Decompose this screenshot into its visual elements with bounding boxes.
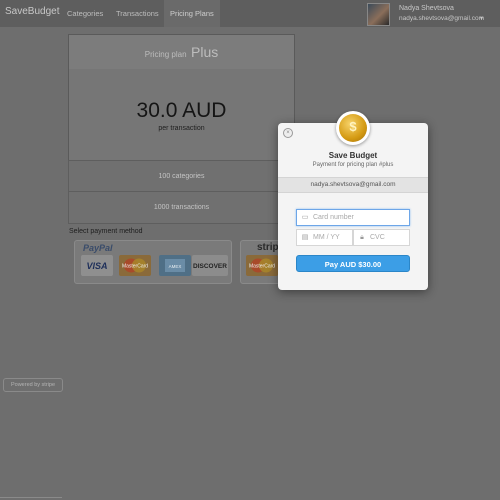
plan-title-name: Plus <box>191 44 219 60</box>
merchant-name: Save Budget <box>328 151 378 160</box>
paypal-option[interactable]: PayPal VISA MasterCard AMEX DISCOVER <box>74 240 232 284</box>
plan-title-prefix: Pricing plan <box>144 50 187 59</box>
discover-label: DISCOVER <box>193 263 227 270</box>
expiry-placeholder: MM / YY <box>313 234 340 241</box>
nav-categories[interactable]: Categories <box>61 0 109 27</box>
pricing-plan-price-panel: 30.0 AUD per transaction <box>68 69 295 160</box>
cvc-input[interactable]: 🔒︎ CVC <box>353 229 410 246</box>
user-email[interactable]: nadya.shevtsova@gmail.com <box>399 15 484 22</box>
plan-price-unit: per transaction <box>158 125 205 132</box>
card-number-placeholder: Card number <box>313 214 354 221</box>
nav-transactions[interactable]: Transactions <box>110 0 165 27</box>
customer-email[interactable]: nadya.shevtsova@gmail.com <box>278 177 428 193</box>
payment-method-label: Select payment method <box>69 228 143 235</box>
card-number-input[interactable]: ▭ Card number <box>296 209 410 226</box>
user-name[interactable]: Nadya Shevtsova <box>399 5 454 12</box>
mastercard-label: MasterCard <box>122 264 148 270</box>
stripe-option[interactable]: stripe MasterCard <box>240 240 284 284</box>
divider <box>0 497 62 498</box>
coin-icon: $ <box>339 114 367 142</box>
expiry-input[interactable]: ▤ MM / YY <box>296 229 353 246</box>
payment-description: Payment for pricing plan #plus <box>312 162 394 168</box>
checkout-modal: × $ Save Budget Payment for pricing plan… <box>278 111 428 290</box>
plan-feature-categories: 100 categories <box>68 160 295 193</box>
user-avatar[interactable] <box>367 3 390 26</box>
lock-icon: 🔒︎ <box>360 234 364 241</box>
visa-card-icon: VISA <box>81 255 113 276</box>
stripe-mastercard-icon: MasterCard <box>246 255 278 276</box>
merchant-logo: $ <box>336 111 370 145</box>
amex-card-icon: AMEX <box>159 255 191 276</box>
discover-card-icon: DISCOVER <box>192 255 228 276</box>
plan-price: 30.0 AUD <box>136 99 227 122</box>
chevron-down-icon[interactable]: ▾ <box>480 15 483 22</box>
cvc-placeholder: CVC <box>370 234 385 241</box>
credit-card-icon: ▭ <box>301 214 309 221</box>
stripe-mastercard-label: MasterCard <box>249 264 275 270</box>
paypal-logo: PayPal <box>83 243 113 253</box>
amex-label: AMEX <box>169 264 182 269</box>
top-navbar: SaveBudget Categories Transactions Prici… <box>0 0 500 27</box>
close-icon[interactable]: × <box>283 128 293 138</box>
calendar-icon: ▤ <box>301 234 309 241</box>
nav-pricing-plans[interactable]: Pricing Plans <box>164 0 220 27</box>
plan-feature-transactions: 1000 transactions <box>68 191 295 224</box>
visa-label: VISA <box>86 261 107 271</box>
mastercard-icon: MasterCard <box>119 255 151 276</box>
brand-logo[interactable]: SaveBudget <box>5 6 60 17</box>
pricing-plan-header: Pricing plan Plus <box>68 34 295 70</box>
powered-by-stripe-badge[interactable]: Powered by stripe <box>3 378 63 392</box>
pay-button[interactable]: Pay AUD $30.00 <box>296 255 410 272</box>
